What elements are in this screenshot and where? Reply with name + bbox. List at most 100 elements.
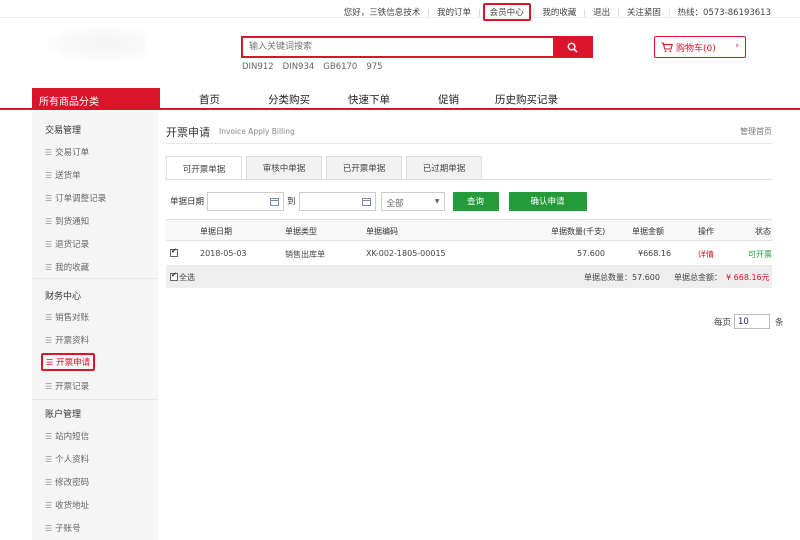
top-links: 您好，三铁信息技术 | 我的订单 | 会员中心 | 我的收藏 | 退出 | 关注… — [337, 3, 778, 21]
search-button[interactable] — [553, 38, 591, 56]
divider: | — [477, 7, 481, 17]
hot-word-link[interactable]: 975 — [366, 62, 382, 72]
tab-invoiced[interactable]: 已开票单据 — [326, 156, 402, 179]
type-select[interactable]: 全部 ▼ — [380, 191, 445, 211]
list-icon: ☰ — [45, 523, 52, 533]
select-all-checkbox[interactable] — [170, 271, 178, 281]
sidebar-item-invoice-info[interactable]: ☰ 开票资料 — [45, 334, 89, 347]
sidebar-item-label: 收货地址 — [55, 501, 90, 511]
sidebar-item-favorites[interactable]: ☰ 我的收藏 — [45, 261, 90, 274]
breadcrumb-home-link[interactable]: 管理首页 — [740, 126, 772, 137]
hot-word-link[interactable]: GB6170 — [323, 62, 357, 72]
column-header: 单据金额 — [632, 227, 664, 236]
nav-item-promotion[interactable]: 促销 — [438, 92, 459, 107]
invoice-table: 单据日期 单据类型 单据编码 单据数量(千支) 单据金额 操作 状态 2018-… — [166, 219, 772, 288]
table-row: 2018-05-03 销售出库单 XK-002-1805-00015 57.60… — [166, 241, 772, 266]
per-page-input[interactable]: 10 — [734, 314, 771, 329]
hot-word-link[interactable]: DIN934 — [283, 62, 315, 72]
filter-bar: 单据日期 到 全部 ▼ 查询 确认申请 — [170, 191, 587, 211]
list-icon: ☰ — [45, 477, 52, 487]
nav-item-purchase-history[interactable]: 历史购买记录 — [495, 92, 558, 107]
logout-link[interactable]: 退出 — [586, 6, 617, 18]
sidebar-item-label: 开票记录 — [55, 382, 90, 392]
start-date-input[interactable] — [207, 191, 285, 211]
table-header: 单据日期 单据类型 单据编码 单据数量(千支) 单据金额 操作 状态 — [166, 219, 772, 241]
follow-link[interactable]: 关注紧固 — [620, 6, 668, 18]
sidebar-item-label: 修改密码 — [55, 478, 90, 488]
search-icon — [567, 42, 578, 53]
tab-expired[interactable]: 已过期单据 — [406, 156, 482, 179]
sidebar-item-invoice-apply[interactable]: ☰ 开票申请 — [41, 353, 96, 371]
hot-word-link[interactable]: DIN912 — [242, 62, 274, 72]
nav-item-quick-order[interactable]: 快速下单 — [348, 92, 390, 107]
hot-search-words: DIN912 DIN934 GB6170 975 — [242, 62, 392, 72]
confirm-apply-button[interactable]: 确认申请 — [508, 191, 587, 211]
select-all-label[interactable]: 全选 — [179, 272, 195, 283]
to-label: 到 — [287, 197, 296, 207]
sidebar-item-change-password[interactable]: ☰ 修改密码 — [45, 476, 90, 489]
sidebar-item-trade-orders[interactable]: ☰ 交易订单 — [45, 146, 90, 159]
my-favorites-link[interactable]: 我的收藏 — [535, 6, 583, 18]
end-date-input[interactable] — [298, 191, 376, 211]
sidebar-item-label: 个人资料 — [55, 455, 90, 465]
calendar-icon[interactable] — [361, 197, 371, 206]
row-checkbox[interactable] — [170, 247, 178, 257]
sidebar-item-invoice-records[interactable]: ☰ 开票记录 — [45, 380, 90, 393]
tab-invoiceable[interactable]: 可开票单据 — [166, 156, 242, 180]
tab-divider — [166, 179, 772, 180]
total-amount-value: ¥ 668.16元 — [726, 273, 770, 282]
sidebar-item-messages[interactable]: ☰ 站内短信 — [45, 430, 89, 443]
detail-link[interactable]: 详情 — [698, 249, 714, 260]
column-header: 单据数量(千支) — [551, 227, 606, 236]
sidebar-item-sales-reconcile[interactable]: ☰ 销售对账 — [45, 311, 89, 324]
status-badge: 可开票 — [748, 250, 772, 259]
sidebar-item-delivery-notes[interactable]: ☰ 送货单 — [45, 169, 81, 182]
search-input[interactable] — [243, 38, 553, 56]
sidebar-item-label: 交易订单 — [55, 148, 90, 158]
nav-item-home[interactable]: 首页 — [199, 92, 220, 107]
tab-under-review[interactable]: 审核中单据 — [246, 156, 322, 179]
search-bar — [241, 36, 593, 58]
calendar-icon[interactable] — [270, 197, 280, 206]
table-footer: 全选 单据总数量：57.600 单据总金额： ¥ 668.16元 — [166, 266, 772, 288]
sidebar-group-title: 交易管理 — [45, 126, 82, 136]
hotline-text: 热线：0573-86193613 — [677, 8, 771, 18]
sidebar-divider — [32, 399, 158, 400]
all-categories-menu[interactable]: 所有商品分类 — [32, 88, 160, 110]
list-icon: ☰ — [46, 357, 53, 367]
sidebar-item-return-records[interactable]: ☰ 退货记录 — [45, 238, 90, 251]
list-icon: ☰ — [45, 147, 52, 157]
greeting-text: 您好，三铁信息技术 — [343, 8, 421, 18]
site-logo[interactable] — [45, 26, 145, 62]
my-orders-link[interactable]: 我的订单 — [430, 6, 478, 18]
nav-item-category-buy[interactable]: 分类购买 — [268, 92, 310, 107]
member-center-link[interactable]: 会员中心 — [482, 3, 531, 21]
chevron-right-icon: › — [735, 41, 739, 51]
query-button[interactable]: 查询 — [452, 191, 499, 211]
sidebar-item-sub-accounts[interactable]: ☰ 子账号 — [45, 522, 81, 535]
per-page-unit: 条 — [775, 317, 784, 328]
cart-icon — [661, 41, 673, 52]
cell-qty: 57.600 — [577, 249, 605, 258]
sidebar-item-addresses[interactable]: ☰ 收货地址 — [45, 499, 90, 512]
sidebar-group-title: 账户管理 — [45, 410, 82, 420]
cell-type: 销售出库单 — [285, 250, 325, 259]
list-icon: ☰ — [45, 312, 52, 322]
nav-items: 首页 分类购买 快速下单 促销 历史购买记录 — [174, 92, 558, 107]
pagination: 每页 10 条 — [714, 314, 784, 329]
cart-button[interactable]: 购物车(0) › — [654, 36, 746, 58]
sidebar-item-profile[interactable]: ☰ 个人资料 — [45, 453, 90, 466]
column-header: 单据类型 — [285, 227, 317, 236]
sidebar-item-order-adjust[interactable]: ☰ 订单调整记录 — [45, 192, 107, 205]
sidebar-item-arrival-notice[interactable]: ☰ 到货通知 — [45, 215, 90, 228]
sidebar-item-label: 到货通知 — [55, 217, 90, 227]
list-icon: ☰ — [45, 170, 52, 180]
list-icon: ☰ — [45, 335, 52, 345]
sidebar-item-label: 订单调整记录 — [55, 194, 107, 204]
sidebar: 交易管理 ☰ 交易订单 ☰ 送货单 ☰ 订单调整记录 ☰ 到货通知 ☰ 退货记录 ☰ 我的收… — [32, 112, 158, 540]
main-nav: 所有商品分类 首页 分类购买 快速下单 促销 历史购买记录 — [0, 88, 800, 110]
list-icon: ☰ — [45, 216, 52, 226]
sidebar-item-label: 退货记录 — [55, 240, 90, 250]
page-subtitle: Invoice Apply Billing — [219, 127, 295, 136]
sidebar-item-label: 我的收藏 — [55, 263, 90, 273]
